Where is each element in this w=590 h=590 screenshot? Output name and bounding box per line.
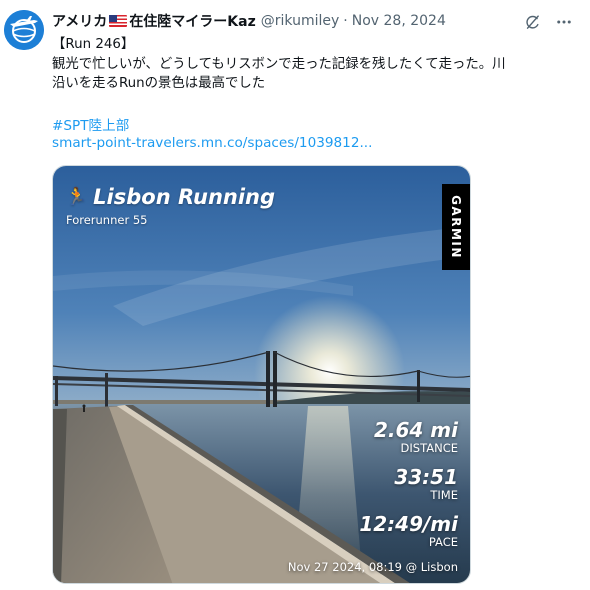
- device-name: Forerunner 55: [66, 213, 148, 227]
- hashtag-link[interactable]: #SPT陸上部: [52, 114, 129, 134]
- tweet-text-line: 観光で忙しいが、どうしてもリスボンで走った記録を残したくて走った。川: [52, 56, 506, 72]
- tweet-top-actions: [522, 12, 574, 32]
- distance-value: 2.64 mi: [373, 418, 458, 442]
- runner-icon: 🏃: [66, 187, 88, 207]
- time-label: TIME: [430, 488, 458, 502]
- tweet: アメリカ 在住陸マイラーKaz @rikumiley · Nov 28, 202…: [0, 0, 590, 590]
- tweet-media-image[interactable]: 🏃 Lisbon Running Forerunner 55 GARMIN 2.…: [52, 165, 471, 584]
- tweet-text-line: 【Run 246】: [52, 37, 135, 52]
- run-title: 🏃 Lisbon Running: [66, 185, 276, 209]
- header-separator: ·: [343, 13, 348, 29]
- distance-label: DISTANCE: [400, 441, 458, 455]
- tweet-text: 【Run 246】 観光で忙しいが、どうしてもリスボンで走った記録を残したくて走…: [52, 35, 572, 94]
- tweet-text-line: 沿いを走るRunの景色は最高でした: [52, 76, 266, 91]
- avatar[interactable]: [4, 10, 44, 50]
- display-name[interactable]: アメリカ 在住陸マイラーKaz: [52, 11, 256, 31]
- more-icon[interactable]: [554, 12, 574, 32]
- pace-label: PACE: [428, 535, 458, 549]
- stat-time: 33:51 TIME: [394, 466, 458, 502]
- garmin-badge: GARMIN: [442, 184, 470, 270]
- tweet-header: アメリカ 在住陸マイラーKaz @rikumiley · Nov 28, 202…: [52, 11, 446, 31]
- pace-value: 12:49/mi: [359, 512, 458, 536]
- grok-icon[interactable]: [522, 12, 542, 32]
- garmin-logo-text: GARMIN: [449, 195, 464, 259]
- airplane-globe-logo-icon: [4, 10, 44, 50]
- stat-pace: 12:49/mi PACE: [359, 513, 458, 549]
- us-flag-icon: [109, 15, 128, 27]
- tweet-date[interactable]: Nov 28, 2024: [352, 13, 446, 29]
- url-link[interactable]: smart-point-travelers.mn.co/spaces/10398…: [52, 135, 372, 151]
- time-value: 33:51: [394, 465, 458, 489]
- user-handle[interactable]: @rikumiley: [261, 13, 340, 29]
- stat-distance: 2.64 mi DISTANCE: [374, 419, 458, 455]
- photo-caption: Nov 27 2024, 08:19 @ Lisbon: [287, 560, 458, 574]
